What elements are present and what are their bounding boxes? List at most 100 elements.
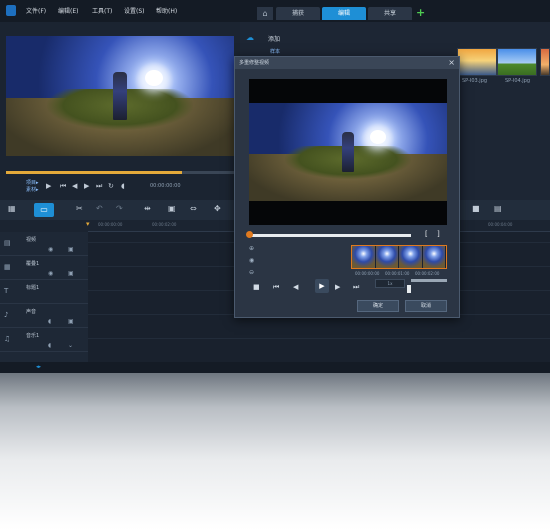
voice-icon: ♪ [4,311,9,319]
mute-icon[interactable]: ◖ [48,342,51,349]
split-icon[interactable]: ⇹ [144,204,151,213]
plus-icon[interactable]: + [416,6,425,19]
tab-edit[interactable]: 编辑 [322,7,366,20]
zoom-slider-knob[interactable] [407,285,411,293]
timecode-display: 00:00:00:00 [150,183,181,189]
video-editor-window: 文件(F) 编辑(E) 工具(T) 设置(S) 帮助(H) ⌂ 捕获 编辑 共享… [0,0,550,373]
mode-clip-label[interactable]: 素材▸ [26,186,39,193]
prev-frame-icon[interactable]: ◀ [293,283,298,291]
play-icon[interactable]: ▶ [46,182,51,190]
track-label: 视频 [26,237,37,243]
prev-frame-icon[interactable]: ◀ [72,182,77,190]
dialog-preview [249,79,447,225]
timeline-statusbar: ◂▸ [0,362,550,373]
track-headers: ▤ 视频 ◉ ▣ ▦ 覆叠1 ◉ ▣ T 标题1 ♪ 声音 ◖ ▣ ♫ 音乐1 … [0,232,88,362]
skip-start-icon[interactable]: ⏮ [60,182,66,191]
dialog-person [342,132,354,172]
zoom-level-display[interactable]: 1x [375,279,405,288]
tab-share[interactable]: 共享 [368,7,412,20]
menu-edit[interactable]: 编辑(E) [58,6,78,15]
zoom-in-icon[interactable]: ⊕ [249,245,254,252]
storyboard-view-icon[interactable]: ▦ [8,204,16,213]
track-row-video[interactable]: ▤ 视频 ◉ ▣ [0,232,88,256]
crop-icon[interactable]: ▣ [168,204,176,213]
chevron-down-icon[interactable]: ⌄ [68,342,73,349]
track-label: 覆叠1 [26,261,40,267]
track-row-voice[interactable]: ♪ 声音 ◖ ▣ [0,304,88,328]
filmstrip-frame[interactable] [352,246,376,268]
lock-icon[interactable]: ▣ [68,246,74,253]
filmstrip-frame[interactable] [422,246,446,268]
volume-icon[interactable]: ◖ [121,182,125,190]
redo-icon[interactable]: ↷ [116,204,123,213]
fit-icon[interactable]: ⇔ [190,204,197,213]
filmstrip[interactable] [351,245,447,269]
zoom-out-icon[interactable]: ⊖ [249,269,254,276]
stop-icon[interactable]: ■ [253,283,260,291]
track-label: 音乐1 [26,333,40,339]
home-icon[interactable]: ⌂ [257,7,273,20]
mute-icon[interactable]: ◖ [48,318,51,325]
tab-capture[interactable]: 捕获 [276,7,320,20]
track-row-title[interactable]: T 标题1 [0,280,88,304]
library-folder[interactable]: 样本 [270,48,280,55]
eye-icon[interactable]: ◉ [48,270,53,277]
library-thumbnail[interactable] [457,48,497,76]
next-frame-icon[interactable]: ▶ [335,283,340,291]
scrubber-played[interactable] [6,171,182,174]
library-add-button[interactable]: 添加 [268,34,280,43]
filmstrip-frame[interactable] [375,246,399,268]
repeat-icon[interactable]: ↻ [108,182,114,190]
tools-icon[interactable]: ✂ [76,204,83,213]
track-row-overlay[interactable]: ▦ 覆叠1 ◉ ▣ [0,256,88,280]
mark-out-icon[interactable]: ] [437,230,440,238]
cancel-button[interactable]: 取消 [405,300,447,312]
menu-file[interactable]: 文件(F) [26,6,46,15]
title-icon: T [4,287,9,295]
filmstrip-frame[interactable] [399,246,423,268]
track-row-music[interactable]: ♫ 音乐1 ◖ ⌄ [0,328,88,352]
menu-settings[interactable]: 设置(S) [124,6,145,15]
menu-tools[interactable]: 工具(T) [92,6,112,15]
dialog-progress-track[interactable] [249,234,411,237]
undo-icon[interactable]: ↶ [96,204,103,213]
app-logo-icon [6,5,16,16]
record-icon[interactable]: ■ [472,204,480,213]
lock-icon[interactable]: ▣ [68,318,74,325]
skip-end-icon[interactable]: ⏭ [96,182,102,191]
playhead-marker-icon[interactable]: ▾ [86,220,90,228]
overlay-icon: ▦ [4,263,11,271]
ruler-mark: 00:00:00:00 [98,222,123,227]
thumbnail-caption: SP-I04.jpg [505,78,531,84]
ok-button[interactable]: 确定 [357,300,399,312]
timeline-view-icon[interactable]: ▭ [34,203,54,217]
menu-help[interactable]: 帮助(H) [156,6,177,15]
skip-start-icon[interactable]: ⏮ [273,283,279,292]
skip-end-icon[interactable]: ⏭ [353,283,359,292]
track-label: 标题1 [26,285,40,291]
ruler-mark: 00:00:02:00 [152,222,177,227]
dialog-progress-handle[interactable] [246,231,253,238]
library-thumbnail[interactable] [497,48,537,76]
dialog-title-text: 多重修整视频 [239,60,270,66]
eye-icon[interactable]: ◉ [48,246,53,253]
floor-reflection [0,373,550,530]
play-icon[interactable]: ▶ [315,279,329,293]
frame-caption: 00:00:01:00 [385,271,410,276]
mark-in-icon[interactable]: [ [425,230,428,238]
music-icon: ♫ [4,335,11,343]
film-icon: ▤ [4,239,11,247]
zoom-fit-icon[interactable]: ◉ [249,257,254,264]
frame-caption: 00:00:02:00 [415,271,440,276]
close-icon[interactable]: × [448,58,455,67]
subtitle-icon[interactable]: ▤ [494,204,502,213]
mode-project-label[interactable]: 项目▸ [26,179,39,186]
zoom-slider-icon[interactable]: ◂▸ [36,364,41,370]
motion-icon[interactable]: ✥ [214,204,221,213]
next-frame-icon[interactable]: ▶ [84,182,89,190]
zoom-slider[interactable] [411,279,447,282]
lock-icon[interactable]: ▣ [68,270,74,277]
scrubber-track[interactable] [182,171,234,174]
library-thumbnail[interactable] [540,48,550,76]
cloud-icon[interactable]: ☁ [246,33,254,42]
